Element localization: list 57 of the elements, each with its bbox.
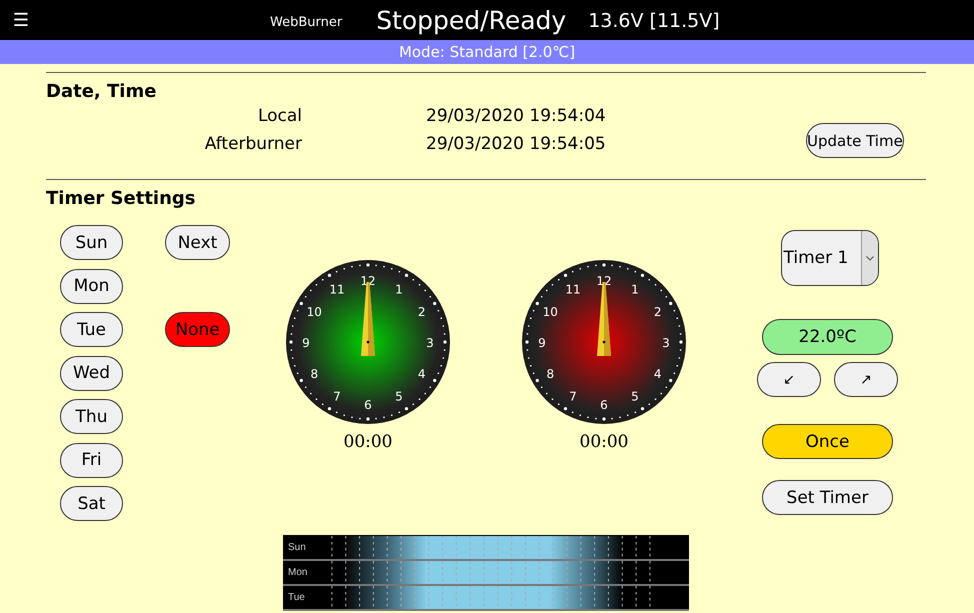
day-option-button[interactable]: None [165,312,230,347]
status-text: Stopped/Ready [376,6,566,34]
section-heading: Timer Settings [46,188,197,209]
clock-numeral: 2 [418,305,426,319]
clock-numeral: 12 [360,274,376,288]
clock-numeral: 12 [596,274,612,288]
clock-numeral: 7 [333,390,341,404]
clock-numeral: 6 [364,398,372,412]
clock-numeral: 3 [662,336,670,350]
day-button[interactable]: Fri [60,442,123,478]
time-label: Local [256,106,302,126]
chevron-down-icon [866,256,874,260]
mode-text: Mode: Standard [2.0℃] [398,43,576,61]
clock-numeral: 10 [306,305,322,319]
day-button[interactable]: Mon [60,268,123,304]
update-time-button[interactable]: Update Time [806,123,904,158]
day-button[interactable]: Sat [60,486,123,521]
temperature-display: 22.0ºC [762,319,893,355]
clock-numeral: 7 [569,390,577,404]
clock-numeral: 5 [395,390,403,404]
clock-numeral: 3 [426,336,434,350]
day-label: Tue [287,592,306,603]
day-label: Mon [287,567,308,578]
clock-numeral: 8 [546,367,554,381]
time-value: 29/03/2020 19:54:04 [426,106,607,126]
repeat-button[interactable]: Once [762,424,893,459]
time-label: Afterburner [204,134,302,154]
clock-time: 00:00 [580,432,628,452]
clock-numeral: 9 [302,336,310,350]
arrow-button[interactable]: ↗ [834,362,898,397]
clock-numeral: 5 [631,390,639,404]
day-option-button[interactable]: Next [165,225,230,260]
day-button[interactable]: Thu [60,399,123,434]
clock-time: 00:00 [344,432,392,452]
day-button[interactable]: Sun [60,225,123,260]
day-label: Sun [287,542,307,553]
clock-numeral: 10 [542,305,558,319]
timer-select[interactable]: Timer 1 [780,230,878,286]
menu-button[interactable]: ☰ [11,10,31,30]
clock-numeral: 11 [329,282,345,296]
app-name: WebBurner [270,15,342,30]
clock-numeral: 6 [600,398,608,412]
day-button[interactable]: Wed [60,356,123,390]
day-button[interactable]: Tue [60,312,123,347]
clock-numeral: 1 [395,282,403,296]
clock-numeral: 1 [631,282,639,296]
arrow-button[interactable]: ↙ [757,362,821,397]
clock-numeral: 8 [310,367,318,381]
clock-numeral: 9 [538,336,546,350]
voltage-text: 13.6V [11.5V] [588,10,720,32]
clock-numeral: 11 [565,282,581,296]
time-value: 29/03/2020 19:54:05 [426,134,607,154]
clock-numeral: 4 [418,367,426,381]
set-timer-button[interactable]: Set Timer [762,480,893,515]
clock-numeral: 2 [654,305,662,319]
section-heading: Date, Time [46,81,158,102]
clock-numeral: 4 [654,367,662,381]
